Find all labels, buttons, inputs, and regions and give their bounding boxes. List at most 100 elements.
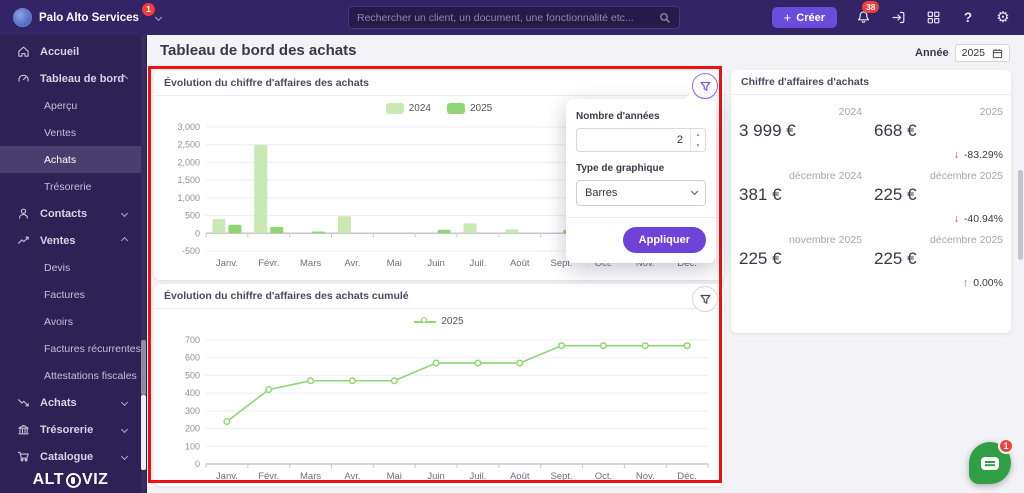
kpi-panel-header: Chiffre d'affaires d'achats xyxy=(731,70,1011,95)
chevron-down-icon xyxy=(120,209,129,218)
brand[interactable]: Palo Alto Services 1 xyxy=(13,0,162,35)
kpi-value: 225 € xyxy=(739,249,782,268)
spinner-up-icon[interactable]: ▲ xyxy=(691,129,705,140)
svg-text:Sept.: Sept. xyxy=(550,471,572,482)
svg-text:Juin: Juin xyxy=(427,471,444,482)
sidebar-nav: Accueil Tableau de bord Aperçu Ventes Achats… xyxy=(0,38,141,470)
legend-swatch xyxy=(385,103,404,114)
sidebar-item-avoirs[interactable]: Avoirs xyxy=(0,308,141,335)
svg-text:Juin: Juin xyxy=(427,258,444,269)
year-picker[interactable]: 2025 xyxy=(954,44,1010,62)
funnel-icon xyxy=(699,81,711,91)
sidebar-item-accueil[interactable]: Accueil xyxy=(0,38,141,65)
sidebar-item-label: Achats xyxy=(44,153,77,166)
kpi-delta: ↓ -83.29% xyxy=(953,149,1003,161)
svg-text:300: 300 xyxy=(185,406,200,416)
sidebar-item-devis[interactable]: Devis xyxy=(0,254,141,281)
kpi-rows: 2024 2025 3 999 € 668 € ↓ -83.29% décembre 20… xyxy=(731,95,1011,289)
legend-item-2025[interactable]: 2025 xyxy=(447,103,492,114)
dashboard-icon xyxy=(17,72,30,85)
years-count-input[interactable]: 2 ▲ ▼ xyxy=(576,128,706,152)
svg-text:Avr.: Avr. xyxy=(344,471,360,482)
sidebar-item-contacts[interactable]: Contacts xyxy=(0,200,141,227)
sidebar-item-factures[interactable]: Factures xyxy=(0,281,141,308)
funnel-icon xyxy=(699,294,711,304)
svg-text:Mars: Mars xyxy=(300,471,321,482)
legend-swatch xyxy=(447,103,465,114)
sidebar-item-tresorerie[interactable]: Trésorerie xyxy=(0,416,141,443)
svg-text:0: 0 xyxy=(195,459,200,469)
years-count-value: 2 xyxy=(676,134,683,146)
sidebar-item-label: Contacts xyxy=(40,207,88,220)
kpi-panel: Chiffre d'affaires d'achats 2024 2025 3 99… xyxy=(731,70,1011,333)
help-button[interactable]: ? xyxy=(959,6,977,30)
sidebar-item-label: Factures xyxy=(44,288,85,301)
spinner-down-icon[interactable]: ▼ xyxy=(691,140,705,151)
line-chart-filter-button[interactable] xyxy=(692,286,718,312)
kpi-value: 668 € xyxy=(874,121,917,140)
svg-text:0: 0 xyxy=(195,228,200,238)
chat-badge: 1 xyxy=(998,438,1014,454)
svg-text:700: 700 xyxy=(185,335,200,345)
scrollbar-thumb[interactable] xyxy=(1018,170,1023,260)
apps-button[interactable] xyxy=(924,6,942,30)
grid-icon xyxy=(927,11,939,24)
sidebar-item-catalogue[interactable]: Catalogue xyxy=(0,443,141,470)
scrollbar-thumb[interactable] xyxy=(141,395,146,470)
sidebar-item-apercu[interactable]: Aperçu xyxy=(0,92,141,119)
svg-text:Nov.: Nov. xyxy=(636,471,655,482)
kpi-period-label: 2024 xyxy=(838,106,863,118)
svg-text:Août: Août xyxy=(510,471,530,482)
sidebar-item-tableau-de-bord[interactable]: Tableau de bord xyxy=(0,65,141,92)
years-count-label: Nombre d'années xyxy=(576,111,660,122)
svg-text:Déc.: Déc. xyxy=(677,471,697,482)
svg-text:2,000: 2,000 xyxy=(177,157,200,167)
svg-text:100: 100 xyxy=(185,441,200,451)
kpi-period-label: décembre 2024 xyxy=(789,170,863,182)
svg-text:Mai: Mai xyxy=(387,471,402,482)
chevron-down-icon xyxy=(154,13,162,22)
bank-icon xyxy=(17,423,30,436)
legend-item-2025[interactable]: 2025 xyxy=(414,316,464,327)
sidebar-item-label: Aperçu xyxy=(44,99,78,112)
plus-icon xyxy=(784,10,792,25)
chat-button[interactable]: 1 xyxy=(969,438,1014,484)
main-scrollbar[interactable] xyxy=(1018,170,1023,270)
sidebar-item-label: Tableau de bord xyxy=(40,72,125,85)
search-input[interactable] xyxy=(357,11,659,24)
scrollbar-segment[interactable] xyxy=(141,340,146,395)
sidebar-item-ventes[interactable]: Ventes xyxy=(0,119,141,146)
sidebar-item-achats[interactable]: Achats xyxy=(0,389,141,416)
sidebar-item-label: Factures récurrentes xyxy=(44,342,141,355)
chevron-down-icon xyxy=(120,398,129,407)
kpi-panel-title: Chiffre d'affaires d'achats xyxy=(741,76,870,88)
divider xyxy=(566,217,716,218)
sidebar-item-attestations-fiscales[interactable]: Attestations fiscales xyxy=(0,362,141,389)
sidebar-item-ventes[interactable]: Ventes xyxy=(0,227,141,254)
svg-text:600: 600 xyxy=(185,353,200,363)
sidebar-item-label: Catalogue xyxy=(40,450,94,463)
sidebar-item-achats[interactable]: Achats xyxy=(0,146,141,173)
legend-line-marker xyxy=(414,317,437,323)
sidebar-item-tresorerie[interactable]: Trésorerie xyxy=(0,173,141,200)
apply-button[interactable]: Appliquer xyxy=(622,227,706,253)
topbar-actions: Créer 38 ? xyxy=(771,0,1012,35)
main-content: Tableau de bord des achats Année 2025 Év… xyxy=(147,35,1024,493)
notifications-button[interactable]: 38 xyxy=(854,0,880,30)
svg-text:Févr.: Févr. xyxy=(258,471,279,482)
global-search[interactable] xyxy=(348,6,680,29)
sidebar-item-factures-recurrentes[interactable]: Factures récurrentes xyxy=(0,335,141,362)
settings-button[interactable] xyxy=(994,6,1012,30)
import-button[interactable] xyxy=(889,6,907,30)
logo-text-right: VIZ xyxy=(82,471,109,488)
chart-type-select[interactable]: Barres xyxy=(576,180,706,206)
svg-text:Janv.: Janv. xyxy=(216,471,238,482)
svg-text:500: 500 xyxy=(185,211,200,221)
legend-item-2024[interactable]: 2024 xyxy=(385,103,431,114)
calendar-icon xyxy=(992,48,1003,58)
page-title: Tableau de bord des achats xyxy=(160,42,357,59)
chat-icon xyxy=(981,457,999,470)
question-mark-icon: ? xyxy=(963,10,973,25)
create-button[interactable]: Créer xyxy=(771,7,837,28)
sidebar-scrollbar[interactable] xyxy=(141,35,146,493)
